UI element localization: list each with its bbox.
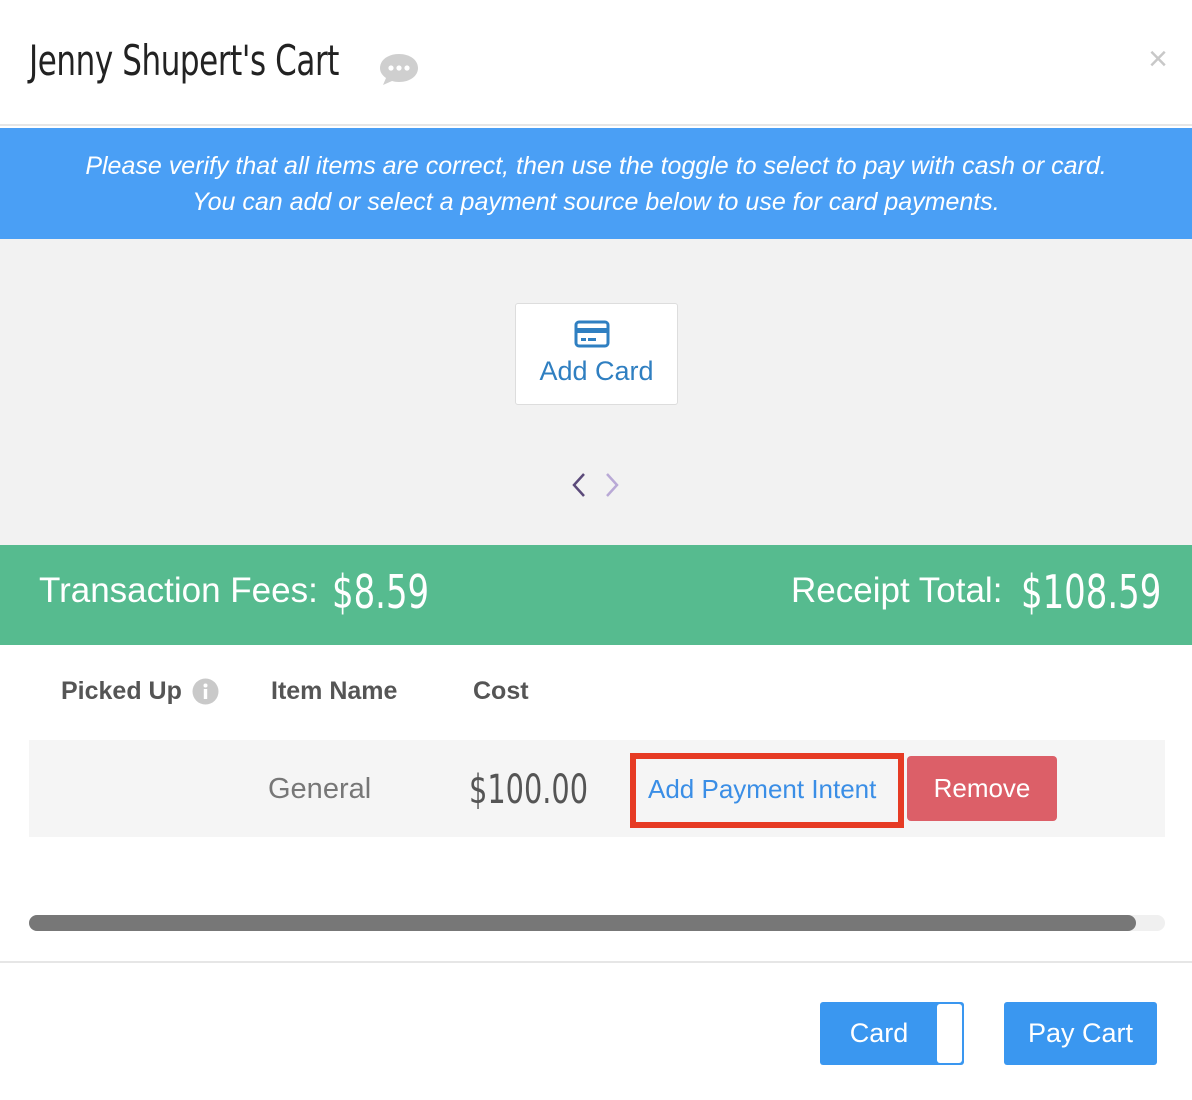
pay-cart-button[interactable]: Pay Cart bbox=[1004, 1002, 1157, 1065]
transaction-fees-value: $8.59 bbox=[332, 565, 430, 619]
close-icon[interactable]: × bbox=[1148, 42, 1168, 76]
add-payment-intent-link[interactable]: Add Payment Intent bbox=[648, 774, 876, 805]
footer-divider bbox=[0, 961, 1192, 963]
banner-line-2: You can add or select a payment source b… bbox=[192, 188, 1000, 216]
cart-title: Jenny Shupert's Cart bbox=[29, 36, 340, 85]
modal-header: Jenny Shupert's Cart × bbox=[0, 0, 1192, 126]
payment-method-toggle[interactable]: Card bbox=[820, 1002, 964, 1065]
column-header-cost: Cost bbox=[473, 677, 529, 705]
transaction-fees-label: Transaction Fees: bbox=[39, 571, 318, 610]
column-header-item-name: Item Name bbox=[271, 677, 398, 705]
scrollbar-thumb[interactable] bbox=[29, 915, 1136, 931]
add-card-button[interactable]: Add Card bbox=[515, 303, 678, 405]
chevron-left-icon[interactable] bbox=[570, 471, 588, 499]
table-row: General $100.00 Add Payment Intent Remov… bbox=[29, 740, 1165, 837]
receipt-total-value: $108.59 bbox=[1021, 565, 1162, 619]
toggle-knob[interactable] bbox=[937, 1004, 962, 1063]
totals-bar: Transaction Fees: $8.59 Receipt Total: $… bbox=[0, 545, 1192, 645]
remove-button[interactable]: Remove bbox=[907, 756, 1057, 821]
info-icon[interactable] bbox=[192, 678, 219, 705]
item-name-cell: General bbox=[268, 773, 372, 805]
add-card-label: Add Card bbox=[539, 356, 654, 386]
item-cost-cell: $100.00 bbox=[469, 767, 589, 813]
toggle-label: Card bbox=[849, 1018, 909, 1048]
banner-line-1: Please verify that all items are correct… bbox=[85, 152, 1107, 180]
column-header-picked-up: Picked Up bbox=[61, 677, 182, 705]
info-banner: Please verify that all items are correct… bbox=[0, 128, 1192, 239]
chevron-right-icon[interactable] bbox=[603, 471, 621, 499]
credit-card-icon bbox=[574, 320, 610, 348]
horizontal-scrollbar[interactable] bbox=[29, 915, 1165, 931]
receipt-total-label: Receipt Total: bbox=[791, 571, 1003, 610]
speech-bubble-icon[interactable] bbox=[378, 51, 420, 87]
cart-modal: Jenny Shupert's Cart × Please verify tha… bbox=[0, 0, 1192, 1100]
payment-source-area: Add Card bbox=[0, 239, 1192, 545]
